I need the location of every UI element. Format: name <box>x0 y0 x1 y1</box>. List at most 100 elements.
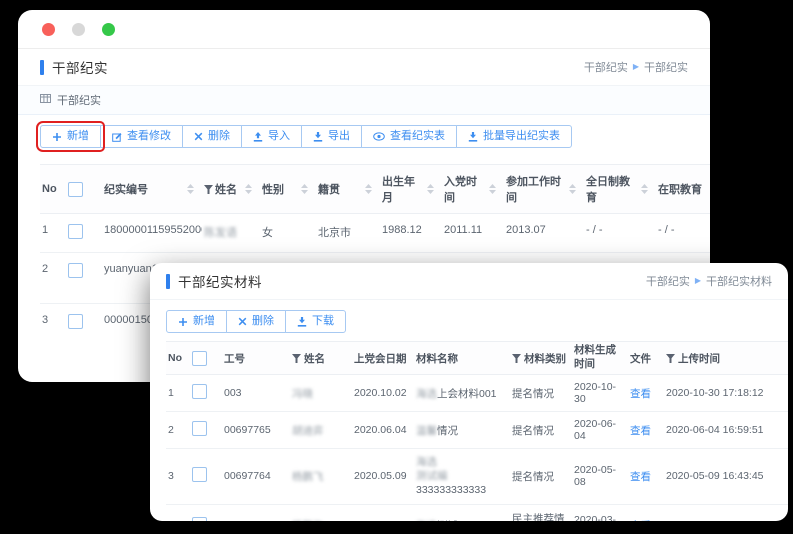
filter-funnel-icon[interactable] <box>292 354 301 363</box>
gen-date-cell: 2020-06-04 <box>572 412 628 448</box>
header-gender[interactable]: 性别 <box>260 181 316 197</box>
close-button[interactable] <box>42 23 55 36</box>
header-no: No <box>40 183 66 195</box>
view-file-link[interactable]: 查看 <box>630 471 651 483</box>
header-material-name[interactable]: 材料名称 <box>414 351 510 366</box>
origin-cell: 北京市 <box>316 224 380 240</box>
batch-export-record-table-button[interactable]: 批量导出纪实表 <box>456 125 572 148</box>
upload-time-cell: 2020-05-09 16:43:45 <box>664 464 772 488</box>
row-checkbox[interactable] <box>192 384 207 399</box>
table-row: 1 180000011595520000 陈发语 女 北京市 1988.12 2… <box>40 214 710 253</box>
header-onjob-edu[interactable]: 在职教育 <box>656 181 710 197</box>
header-fulltime-edu[interactable]: 全日制教育 <box>584 173 656 205</box>
upload-time-cell: 2020-03-04 13:44:28 <box>664 514 772 521</box>
sort-icon[interactable] <box>569 184 576 194</box>
filter-funnel-icon[interactable] <box>512 354 521 363</box>
page-header: 干部纪实材料 干部纪实 ▶ 干部纪实材料 <box>150 263 788 300</box>
meeting-date-cell: 2020.03.03 <box>352 514 414 521</box>
material-name-cell: 温馨情况 <box>414 417 510 444</box>
select-all-checkbox[interactable] <box>68 182 83 197</box>
back-toolbar: 新增 查看修改 删除 导入 导出 查看纪实表 批量导出纪实表 <box>18 115 710 156</box>
name-cell: 胡迪弈 <box>290 417 352 444</box>
work-id-cell: 003 <box>222 381 290 405</box>
plus-icon <box>52 132 62 142</box>
category-cell: 民主推荐情况 <box>510 505 572 521</box>
sort-icon[interactable] <box>245 184 252 194</box>
upload-icon <box>253 132 263 142</box>
view-file-link[interactable]: 查看 <box>630 425 651 437</box>
sort-icon[interactable] <box>489 184 496 194</box>
header-origin[interactable]: 籍贯 <box>316 181 380 197</box>
header-meeting-date[interactable]: 上党会日期 <box>352 351 414 366</box>
upload-time-cell: 2020-06-04 16:59:51 <box>664 418 772 442</box>
sort-icon[interactable] <box>641 184 648 194</box>
table-row: 3 00697764 杨鹏飞 2020.05.09 海选测试编333333333… <box>166 449 788 505</box>
work-id-cell: 00697765 <box>222 418 290 442</box>
header-file[interactable]: 文件 <box>628 351 664 366</box>
add-button[interactable]: 新增 <box>166 310 227 333</box>
header-work-id[interactable]: 工号 <box>222 351 290 366</box>
header-gen-time[interactable]: 材料生成时间 <box>572 344 628 371</box>
export-button[interactable]: 导出 <box>301 125 362 148</box>
header-name[interactable]: 姓名 <box>202 181 260 197</box>
breadcrumb-current: 干部纪实材料 <box>706 273 772 289</box>
eye-icon <box>373 132 385 141</box>
row-index: 3 <box>40 314 66 326</box>
row-checkbox[interactable] <box>192 467 207 482</box>
upload-time-cell: 2020-10-30 17:18:12 <box>664 381 772 405</box>
row-index: 3 <box>166 464 190 488</box>
breadcrumb-parent[interactable]: 干部纪实 <box>584 59 628 75</box>
close-x-icon <box>238 317 247 326</box>
row-checkbox[interactable] <box>68 224 83 239</box>
fulltime-edu-cell: - / - <box>584 224 656 236</box>
material-name-cell: 海选上会材料001 <box>414 380 510 407</box>
header-upload-time[interactable]: 上传时间 <box>664 351 772 366</box>
table-grid-icon <box>40 94 51 106</box>
row-checkbox[interactable] <box>192 517 207 521</box>
window-titlebar <box>18 10 710 49</box>
row-index: 1 <box>40 224 66 236</box>
breadcrumb-current: 干部纪实 <box>644 59 688 75</box>
sort-icon[interactable] <box>365 184 372 194</box>
panel-strip: 干部纪实 <box>18 86 710 115</box>
view-file-link[interactable]: 查看 <box>630 388 651 400</box>
sort-icon[interactable] <box>301 184 308 194</box>
header-record-id[interactable]: 纪实编号 <box>102 181 202 197</box>
download-button[interactable]: 下载 <box>285 310 346 333</box>
add-button[interactable]: 新增 <box>40 125 101 148</box>
header-join-party[interactable]: 入党时间 <box>442 173 504 205</box>
header-join-work[interactable]: 参加工作时间 <box>504 173 584 205</box>
zoom-button[interactable] <box>102 23 115 36</box>
meeting-date-cell: 2020.05.09 <box>352 464 414 488</box>
import-button[interactable]: 导入 <box>241 125 302 148</box>
row-index: 2 <box>40 263 66 275</box>
materials-table: No 工号 姓名 上党会日期 材料名称 材料类别 材料生成时间 文件 上传时间 <box>150 341 788 521</box>
panel-title: 干部纪实 <box>57 92 101 108</box>
sort-icon[interactable] <box>187 184 194 194</box>
plus-icon <box>178 317 188 327</box>
delete-button[interactable]: 删除 <box>182 125 242 148</box>
filter-funnel-icon[interactable] <box>666 354 675 363</box>
row-checkbox[interactable] <box>68 314 83 329</box>
category-cell: 提名情况 <box>510 380 572 407</box>
view-record-table-button[interactable]: 查看纪实表 <box>361 125 457 148</box>
minimize-button[interactable] <box>72 23 85 36</box>
breadcrumb-parent[interactable]: 干部纪实 <box>646 273 690 289</box>
view-edit-button[interactable]: 查看修改 <box>100 125 183 148</box>
view-file-link[interactable]: 查看 <box>630 520 651 521</box>
header-name[interactable]: 姓名 <box>290 351 352 366</box>
gender-cell: 女 <box>260 224 316 240</box>
category-cell: 提名情况 <box>510 417 572 444</box>
header-category[interactable]: 材料类别 <box>510 351 572 366</box>
select-all-checkbox[interactable] <box>192 351 207 366</box>
breadcrumb: 干部纪实 ▶ 干部纪实 <box>584 59 688 75</box>
table-row: 2 00697765 胡迪弈 2020.06.04 温馨情况 提名情况 2020… <box>166 412 788 449</box>
name-cell: 冯晓 <box>290 380 352 407</box>
filter-funnel-icon[interactable] <box>204 185 213 194</box>
sort-icon[interactable] <box>427 184 434 194</box>
row-checkbox[interactable] <box>68 263 83 278</box>
header-birth[interactable]: 出生年月 <box>380 173 442 205</box>
row-checkbox[interactable] <box>192 421 207 436</box>
delete-button[interactable]: 删除 <box>226 310 286 333</box>
gen-date-cell: 2020-10-30 <box>572 375 628 411</box>
